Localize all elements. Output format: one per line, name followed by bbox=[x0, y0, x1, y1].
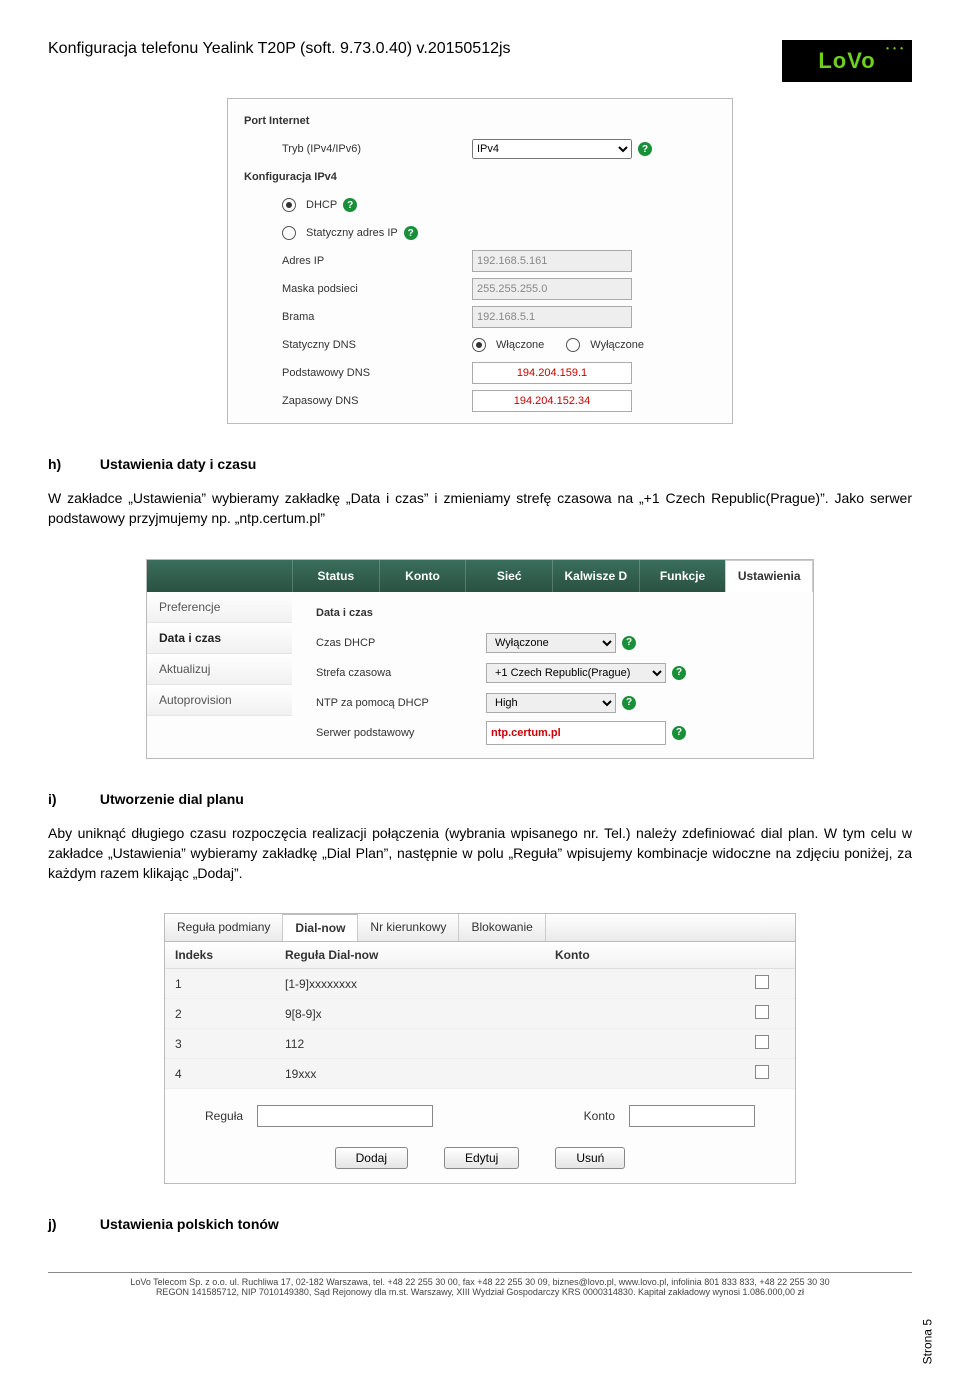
gateway-label: Brama bbox=[238, 311, 472, 323]
page-footer: LoVo Telecom Sp. z o.o. ul. Ruchliwa 17,… bbox=[48, 1272, 912, 1297]
section-letter: j) bbox=[48, 1216, 96, 1232]
ip-label: Adres IP bbox=[238, 255, 472, 267]
footer-line1: LoVo Telecom Sp. z o.o. ul. Ruchliwa 17,… bbox=[48, 1277, 912, 1287]
settings-sidebar: Preferencje Data i czas Aktualizuj Autop… bbox=[147, 592, 292, 758]
ipv4-config-heading: Konfiguracja IPv4 bbox=[238, 171, 337, 183]
page-header: Konfiguracja telefonu Yealink T20P (soft… bbox=[48, 40, 912, 82]
delete-button[interactable]: Usuń bbox=[555, 1147, 625, 1169]
primary-dns-input[interactable] bbox=[472, 362, 632, 384]
static-dns-on-radio[interactable] bbox=[472, 338, 486, 352]
col-check bbox=[745, 942, 795, 969]
static-dns-label: Statyczny DNS bbox=[238, 339, 472, 351]
help-icon[interactable]: ? bbox=[672, 726, 686, 740]
section-letter: h) bbox=[48, 456, 96, 472]
add-button[interactable]: Dodaj bbox=[335, 1147, 408, 1169]
primary-dns-label: Podstawowy DNS bbox=[238, 367, 472, 379]
czas-dhcp-select[interactable]: Wyłączone bbox=[486, 633, 616, 653]
section-letter: i) bbox=[48, 791, 96, 807]
help-icon[interactable]: ? bbox=[622, 696, 636, 710]
section-heading: Utworzenie dial planu bbox=[100, 791, 244, 807]
timezone-label: Strefa czasowa bbox=[316, 667, 486, 679]
col-index: Indeks bbox=[165, 942, 275, 969]
help-icon[interactable]: ? bbox=[638, 142, 652, 156]
port-internet-heading: Port Internet bbox=[238, 115, 309, 127]
tab-replace-rule[interactable]: Reguła podmiany bbox=[165, 914, 283, 941]
gateway-input[interactable] bbox=[472, 306, 632, 328]
screenshot-ipv4-config: Port Internet Tryb (IPv4/IPv6) IPv4 ? Ko… bbox=[227, 98, 733, 424]
logo-dots-icon: • • • bbox=[886, 44, 904, 53]
ip-input[interactable] bbox=[472, 250, 632, 272]
help-icon[interactable]: ? bbox=[343, 198, 357, 212]
tab-status[interactable]: Status bbox=[292, 560, 379, 592]
footer-line2: REGON 141585712, NIP 7010149380, Sąd Rej… bbox=[48, 1287, 912, 1297]
static-dns-off-label: Wyłączone bbox=[590, 339, 644, 351]
dhcp-radio[interactable] bbox=[282, 198, 296, 212]
primary-server-input[interactable] bbox=[486, 721, 666, 745]
section-heading: Ustawienia daty i czasu bbox=[100, 456, 256, 472]
col-account: Konto bbox=[545, 942, 745, 969]
account-input[interactable] bbox=[629, 1105, 755, 1127]
row-checkbox[interactable] bbox=[755, 1005, 769, 1019]
ntp-dhcp-select[interactable]: High bbox=[486, 693, 616, 713]
sidebar-item-date-time[interactable]: Data i czas bbox=[147, 623, 292, 654]
tab-network[interactable]: Sieć bbox=[465, 560, 552, 592]
static-dns-on-label: Włączone bbox=[496, 339, 544, 351]
section-i-body: Aby uniknąć długiego czasu rozpoczęcia r… bbox=[48, 823, 912, 884]
mode-label: Tryb (IPv4/IPv6) bbox=[238, 143, 472, 155]
ntp-dhcp-label: NTP za pomocą DHCP bbox=[316, 697, 486, 709]
tab-area-code[interactable]: Nr kierunkowy bbox=[358, 914, 459, 941]
tab-features[interactable]: Funkcje bbox=[639, 560, 726, 592]
rule-input[interactable] bbox=[257, 1105, 433, 1127]
mask-label: Maska podsieci bbox=[238, 283, 472, 295]
page-number: Strona 5 bbox=[920, 1319, 934, 1364]
top-tabs: Status Konto Sieć Kalwisze D Funkcje Ust… bbox=[147, 560, 813, 592]
sidebar-item-preferences[interactable]: Preferencje bbox=[147, 592, 292, 623]
dhcp-label: DHCP bbox=[306, 199, 337, 211]
table-row[interactable]: 3 112 bbox=[165, 1029, 795, 1059]
section-i: i) Utworzenie dial planu Aby uniknąć dłu… bbox=[48, 791, 912, 884]
dial-now-table: Indeks Reguła Dial-now Konto 1 [1-9]xxxx… bbox=[165, 942, 795, 1089]
page-title: Konfiguracja telefonu Yealink T20P (soft… bbox=[48, 40, 511, 58]
help-icon[interactable]: ? bbox=[404, 226, 418, 240]
section-j: j) Ustawienia polskich tonów bbox=[48, 1216, 912, 1232]
dialplan-tabs: Reguła podmiany Dial-now Nr kierunkowy B… bbox=[165, 914, 795, 942]
help-icon[interactable]: ? bbox=[622, 636, 636, 650]
table-row[interactable]: 1 [1-9]xxxxxxxx bbox=[165, 969, 795, 999]
sidebar-item-autoprovision[interactable]: Autoprovision bbox=[147, 685, 292, 716]
static-ip-radio[interactable] bbox=[282, 226, 296, 240]
mode-select[interactable]: IPv4 bbox=[472, 139, 632, 159]
mask-input[interactable] bbox=[472, 278, 632, 300]
tab-block-out[interactable]: Blokowanie bbox=[459, 914, 545, 941]
czas-dhcp-label: Czas DHCP bbox=[316, 637, 486, 649]
section-heading: Ustawienia polskich tonów bbox=[100, 1216, 279, 1232]
static-dns-off-radio[interactable] bbox=[566, 338, 580, 352]
tab-account[interactable]: Konto bbox=[379, 560, 466, 592]
secondary-dns-label: Zapasowy DNS bbox=[238, 395, 472, 407]
tab-settings[interactable]: Ustawienia bbox=[725, 560, 813, 592]
help-icon[interactable]: ? bbox=[672, 666, 686, 680]
table-row[interactable]: 4 19xxx bbox=[165, 1059, 795, 1089]
logo: • • • LoVo bbox=[782, 40, 912, 82]
timezone-select[interactable]: +1 Czech Republic(Prague) bbox=[486, 663, 666, 683]
sidebar-item-update[interactable]: Aktualizuj bbox=[147, 654, 292, 685]
section-h: h) Ustawienia daty i czasu W zakładce „U… bbox=[48, 456, 912, 529]
rule-label: Reguła bbox=[205, 1109, 243, 1123]
edit-button[interactable]: Edytuj bbox=[444, 1147, 519, 1169]
primary-server-label: Serwer podstawowy bbox=[316, 727, 486, 739]
col-rule: Reguła Dial-now bbox=[275, 942, 545, 969]
row-checkbox[interactable] bbox=[755, 1035, 769, 1049]
tab-dsskeys[interactable]: Kalwisze D bbox=[552, 560, 639, 592]
row-checkbox[interactable] bbox=[755, 1065, 769, 1079]
row-checkbox[interactable] bbox=[755, 975, 769, 989]
logo-text: LoVo bbox=[818, 48, 875, 74]
account-label: Konto bbox=[584, 1109, 615, 1123]
tab-dial-now[interactable]: Dial-now bbox=[283, 914, 358, 941]
static-ip-label: Statyczny adres IP bbox=[306, 227, 398, 239]
secondary-dns-input[interactable] bbox=[472, 390, 632, 412]
screenshot-dial-plan: Reguła podmiany Dial-now Nr kierunkowy B… bbox=[164, 913, 796, 1184]
screenshot-settings-datetime: Status Konto Sieć Kalwisze D Funkcje Ust… bbox=[146, 559, 814, 759]
datetime-heading: Data i czas bbox=[316, 607, 486, 619]
table-row[interactable]: 2 9[8-9]x bbox=[165, 999, 795, 1029]
section-h-body: W zakładce „Ustawienia” wybieramy zakład… bbox=[48, 488, 912, 529]
